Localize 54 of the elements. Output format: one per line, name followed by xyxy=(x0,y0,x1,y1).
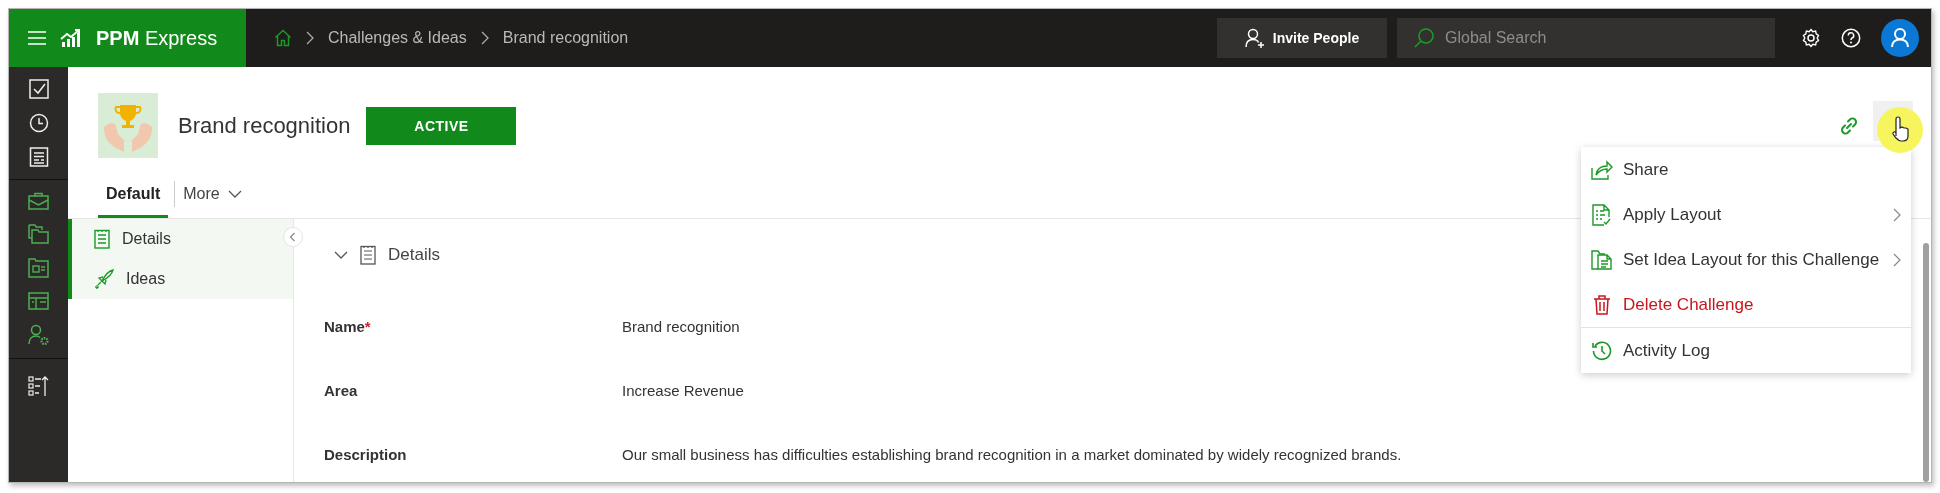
field-label: Area xyxy=(324,381,359,399)
checked-document-icon xyxy=(1591,203,1613,226)
menu-icon[interactable] xyxy=(28,31,46,45)
sort-list-icon[interactable] xyxy=(27,375,50,397)
folder-card-icon[interactable] xyxy=(28,258,49,278)
global-search-field[interactable]: Global Search xyxy=(1397,18,1775,58)
details-section-header[interactable]: Details xyxy=(324,237,440,273)
briefcase-icon[interactable] xyxy=(28,192,49,210)
menu-item[interactable]: Apply Layout xyxy=(1581,192,1911,237)
checkbox-icon[interactable] xyxy=(28,79,49,99)
chart-logo-icon xyxy=(60,29,82,47)
menu-item[interactable]: Share xyxy=(1581,147,1911,192)
field-label: Description xyxy=(324,445,408,463)
document-icon xyxy=(94,229,110,249)
folder-document-icon xyxy=(1591,249,1613,270)
share-icon xyxy=(1591,159,1613,180)
field-value: Our small business has difficulties establishing brand recognition in a market dominated by widely recognized brands. xyxy=(622,445,1402,463)
scrollbar[interactable] xyxy=(1923,243,1929,482)
field-value: Brand recognition xyxy=(622,317,740,335)
report-icon[interactable] xyxy=(28,147,49,167)
page-title: Brand recognition xyxy=(178,112,351,139)
help-icon[interactable] xyxy=(1841,28,1861,48)
field-value: Increase Revenue xyxy=(622,381,744,399)
app-name[interactable]: PPM Express xyxy=(96,26,218,50)
home-icon[interactable] xyxy=(274,29,292,47)
chevron-right-icon xyxy=(306,31,314,45)
collapse-panel-button[interactable] xyxy=(283,227,303,247)
user-settings-icon[interactable] xyxy=(27,324,50,346)
menu-item[interactable]: Set Idea Layout for this Challenge xyxy=(1581,237,1911,282)
breadcrumb-link[interactable]: Brand recognition xyxy=(502,29,629,47)
nav-item[interactable]: Ideas xyxy=(72,259,279,299)
menu-item[interactable]: Delete Challenge xyxy=(1581,282,1911,327)
tab[interactable]: More xyxy=(175,170,250,218)
trash-icon xyxy=(1591,294,1613,315)
chevron-right-icon xyxy=(1893,207,1901,222)
settings-icon[interactable] xyxy=(1801,28,1821,48)
folders-icon[interactable] xyxy=(28,224,49,244)
clock-icon[interactable] xyxy=(28,113,49,133)
board-icon[interactable] xyxy=(28,292,49,310)
chevron-right-icon xyxy=(480,31,489,45)
breadcrumb-link[interactable]: Challenges & Ideas xyxy=(328,29,467,47)
document-icon xyxy=(360,245,376,265)
menu-item[interactable]: Activity Log xyxy=(1581,328,1911,373)
history-icon xyxy=(1591,340,1613,361)
add-user-icon xyxy=(1244,28,1265,48)
field-label: Name* xyxy=(324,317,372,335)
status-badge: ACTIVE xyxy=(366,106,517,145)
avatar-icon[interactable] xyxy=(1881,19,1919,57)
link-icon[interactable] xyxy=(1839,115,1859,136)
chevron-right-icon xyxy=(1893,252,1901,267)
trophy-hands-icon xyxy=(98,93,158,158)
invite-people-button[interactable]: Invite People xyxy=(1217,18,1387,58)
chevron-down-icon xyxy=(227,190,242,198)
nav-item[interactable]: Details xyxy=(72,219,279,259)
